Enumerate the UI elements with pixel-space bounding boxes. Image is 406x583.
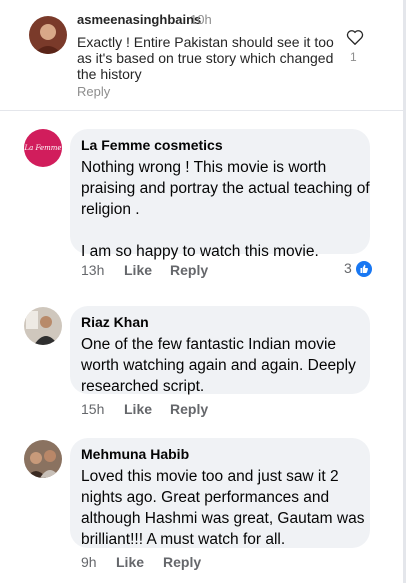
avatar[interactable] (24, 440, 62, 478)
comment-time: 9h (81, 554, 97, 570)
comment-text: One of the few fantastic Indian movie wo… (81, 336, 356, 395)
like-thumb-icon[interactable] (356, 261, 372, 277)
divider (0, 110, 403, 111)
comment-author[interactable]: asmeenasinghbains (77, 12, 201, 27)
reply-button[interactable]: Reply (77, 84, 110, 99)
comment-text: Exactly ! Entire Pakistan should see it … (77, 34, 334, 82)
comment-author[interactable]: Mehmuna Habib (81, 446, 189, 462)
comment-time: 15h (81, 401, 105, 417)
reply-button[interactable]: Reply (170, 401, 208, 417)
comment-bubble: Riaz Khan One of the few fantastic India… (70, 306, 370, 395)
avatar[interactable]: La Femme (24, 129, 62, 167)
comment-bubble: La Femme cosmetics Nothing wrong ! This … (70, 129, 370, 260)
comment-author[interactable]: Riaz Khan (81, 314, 149, 330)
avatar[interactable] (24, 307, 62, 345)
like-button[interactable]: Like (124, 262, 152, 278)
comment-text: Nothing wrong ! This movie is worth prai… (81, 159, 370, 260)
reaction-count[interactable]: 3 (344, 260, 352, 276)
heart-outline-icon[interactable] (346, 29, 364, 45)
like-button[interactable]: Like (116, 554, 144, 570)
comment-time: 10h (190, 12, 212, 27)
avatar[interactable] (29, 16, 67, 54)
comment-author[interactable]: La Femme cosmetics (81, 137, 223, 153)
comment-text: Loved this movie too and just saw it 2 n… (81, 468, 365, 548)
reply-button[interactable]: Reply (163, 554, 201, 570)
reply-button[interactable]: Reply (170, 262, 208, 278)
avatar-logo-text: La Femme (24, 144, 62, 152)
comment-time: 13h (81, 262, 105, 278)
comment-bubble: Mehmuna Habib Loved this movie too and j… (70, 438, 370, 548)
like-button[interactable]: Like (124, 401, 152, 417)
like-count: 1 (350, 50, 357, 64)
